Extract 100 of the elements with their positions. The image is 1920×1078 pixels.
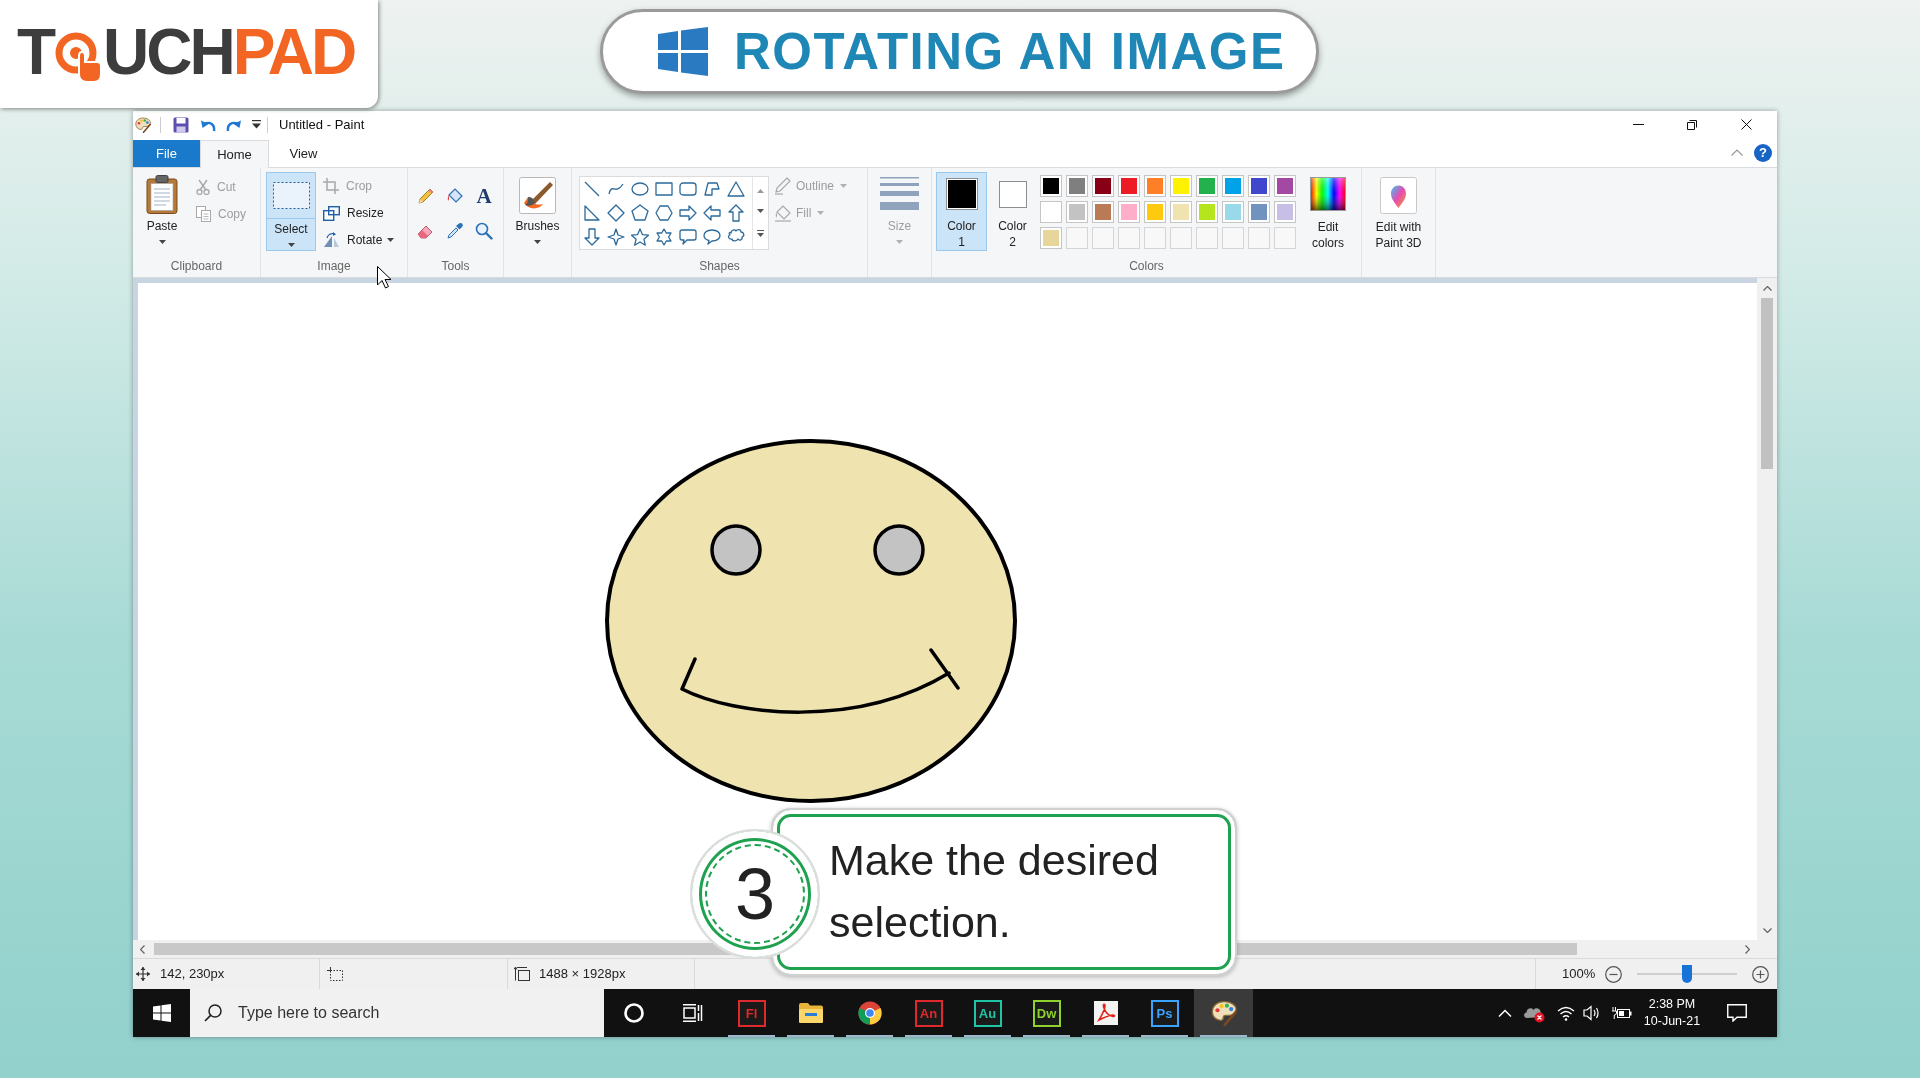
- file-menu-tab[interactable]: File: [133, 140, 200, 167]
- zoom-out-button[interactable]: [1605, 965, 1622, 983]
- scroll-down-icon[interactable]: [1762, 927, 1772, 933]
- taskbar-app-button[interactable]: [1194, 989, 1253, 1037]
- rounded-rectangle-icon[interactable]: [679, 180, 697, 198]
- zoom-slider-thumb[interactable]: [1682, 965, 1692, 983]
- gallery-up-icon[interactable]: [757, 189, 764, 194]
- window-title: Untitled - Paint: [279, 115, 365, 134]
- ribbon-tab[interactable]: Home: [200, 140, 269, 168]
- empty-color-slot[interactable]: [1248, 227, 1270, 249]
- color-swatch[interactable]: [1170, 201, 1192, 223]
- callout-text: Make the desired selection.: [829, 835, 1160, 948]
- diamond-icon[interactable]: [607, 204, 625, 222]
- color-swatch[interactable]: [1274, 201, 1296, 223]
- up-arrow-icon[interactable]: [727, 204, 745, 222]
- rectangle-callout-icon[interactable]: [679, 228, 697, 246]
- search-field[interactable]: Type here to search: [190, 989, 604, 1037]
- color-swatch[interactable]: [1040, 201, 1062, 223]
- color-swatch[interactable]: [1274, 175, 1296, 197]
- empty-color-slot[interactable]: [1092, 227, 1114, 249]
- color-swatch[interactable]: [1248, 201, 1270, 223]
- taskbar-app-button[interactable]: Ps: [1135, 989, 1194, 1037]
- pentagon-icon[interactable]: [631, 204, 649, 222]
- edit-colors-button[interactable]: Edit colors: [1304, 172, 1352, 251]
- resize-button[interactable]: Resize: [323, 200, 399, 226]
- paste-button[interactable]: Paste: [141, 172, 183, 254]
- notification-icon[interactable]: [1727, 1004, 1747, 1022]
- empty-color-slot[interactable]: [1170, 227, 1192, 249]
- left-arrow-icon[interactable]: [703, 204, 721, 222]
- select-button[interactable]: Select: [266, 172, 316, 251]
- right-arrow-icon[interactable]: [679, 204, 697, 222]
- hexagon-icon[interactable]: [655, 204, 673, 222]
- wifi-icon[interactable]: [1557, 1005, 1575, 1021]
- taskbar-app-button[interactable]: An: [899, 989, 958, 1037]
- down-arrow-icon[interactable]: [583, 228, 601, 246]
- volume-icon[interactable]: [1583, 1005, 1601, 1021]
- color-swatch[interactable]: [1092, 175, 1114, 197]
- color-swatch[interactable]: [1248, 175, 1270, 197]
- color-swatch[interactable]: [1066, 201, 1088, 223]
- color-swatch[interactable]: [1040, 175, 1062, 197]
- six-point-star-icon[interactable]: [655, 228, 673, 246]
- polygon-icon[interactable]: [703, 180, 721, 198]
- dropdown-icon[interactable]: [252, 120, 261, 129]
- paint-3d-button[interactable]: Edit with Paint 3D: [1367, 177, 1430, 251]
- brushes-button[interactable]: Brushes: [515, 177, 560, 244]
- empty-color-slot[interactable]: [1118, 227, 1140, 249]
- fill-bucket-icon[interactable]: [446, 187, 464, 205]
- scroll-up-icon[interactable]: [1762, 285, 1772, 291]
- color-slot-button[interactable]: Color 1: [936, 172, 987, 251]
- color-swatch[interactable]: [1196, 175, 1218, 197]
- color-swatch[interactable]: [1144, 175, 1166, 197]
- magnifier-icon[interactable]: [475, 222, 493, 240]
- task-view-icon: [682, 1004, 703, 1022]
- help-button[interactable]: ?: [1754, 143, 1772, 162]
- oval-icon[interactable]: [631, 180, 649, 198]
- color-swatch[interactable]: [1222, 201, 1244, 223]
- empty-color-slot[interactable]: [1066, 227, 1088, 249]
- text-tool-button[interactable]: A: [476, 185, 492, 207]
- color-swatch[interactable]: [1092, 201, 1114, 223]
- taskbar-app-button[interactable]: Fl: [722, 989, 781, 1037]
- color-swatch[interactable]: [1170, 175, 1192, 197]
- rectangle-icon[interactable]: [655, 180, 673, 198]
- clock[interactable]: 2:38 PM 10-Jun-21: [1640, 996, 1704, 1030]
- empty-color-slot[interactable]: [1144, 227, 1166, 249]
- empty-color-slot[interactable]: [1274, 227, 1296, 249]
- ribbon-tab[interactable]: View: [269, 140, 338, 168]
- battery-plug-icon[interactable]: [1612, 1006, 1632, 1020]
- rotate-button[interactable]: Rotate: [323, 227, 399, 253]
- eyedropper-icon[interactable]: [446, 222, 464, 240]
- line-icon[interactable]: [583, 180, 601, 198]
- triangle-icon[interactable]: [727, 180, 745, 198]
- crop-icon: [323, 178, 339, 194]
- resize-icon: [323, 205, 340, 221]
- pencil-icon[interactable]: [417, 187, 435, 205]
- four-point-star-icon[interactable]: [607, 228, 625, 246]
- color-swatch[interactable]: [1144, 201, 1166, 223]
- scrollbar-thumb[interactable]: [1761, 298, 1773, 469]
- color-swatch[interactable]: [1040, 227, 1062, 249]
- empty-color-slot[interactable]: [1196, 227, 1218, 249]
- taskbar-app-button[interactable]: Dw: [1017, 989, 1076, 1037]
- oval-callout-icon[interactable]: [703, 228, 721, 246]
- gallery-down-icon[interactable]: [757, 209, 764, 214]
- gallery-expand-icon[interactable]: [757, 229, 764, 237]
- color-swatch[interactable]: [1222, 175, 1244, 197]
- right-triangle-icon[interactable]: [583, 204, 601, 222]
- color-slot-button[interactable]: Color 2: [992, 172, 1033, 251]
- zoom-in-button[interactable]: [1752, 965, 1769, 983]
- scroll-right-icon[interactable]: [1744, 944, 1750, 954]
- taskbar-app-button[interactable]: Au: [958, 989, 1017, 1037]
- color-swatch[interactable]: [1066, 175, 1088, 197]
- vertical-scrollbar[interactable]: [1757, 278, 1777, 940]
- save-icon[interactable]: [173, 116, 189, 133]
- empty-color-slot[interactable]: [1222, 227, 1244, 249]
- color-swatch[interactable]: [1118, 201, 1140, 223]
- five-point-star-icon[interactable]: [631, 228, 649, 246]
- color-swatch[interactable]: [1118, 175, 1140, 197]
- scroll-left-icon[interactable]: [139, 944, 145, 954]
- zoom-slider[interactable]: [1637, 964, 1737, 984]
- color-swatch[interactable]: [1196, 201, 1218, 223]
- paint-app-icon[interactable]: [135, 116, 151, 133]
